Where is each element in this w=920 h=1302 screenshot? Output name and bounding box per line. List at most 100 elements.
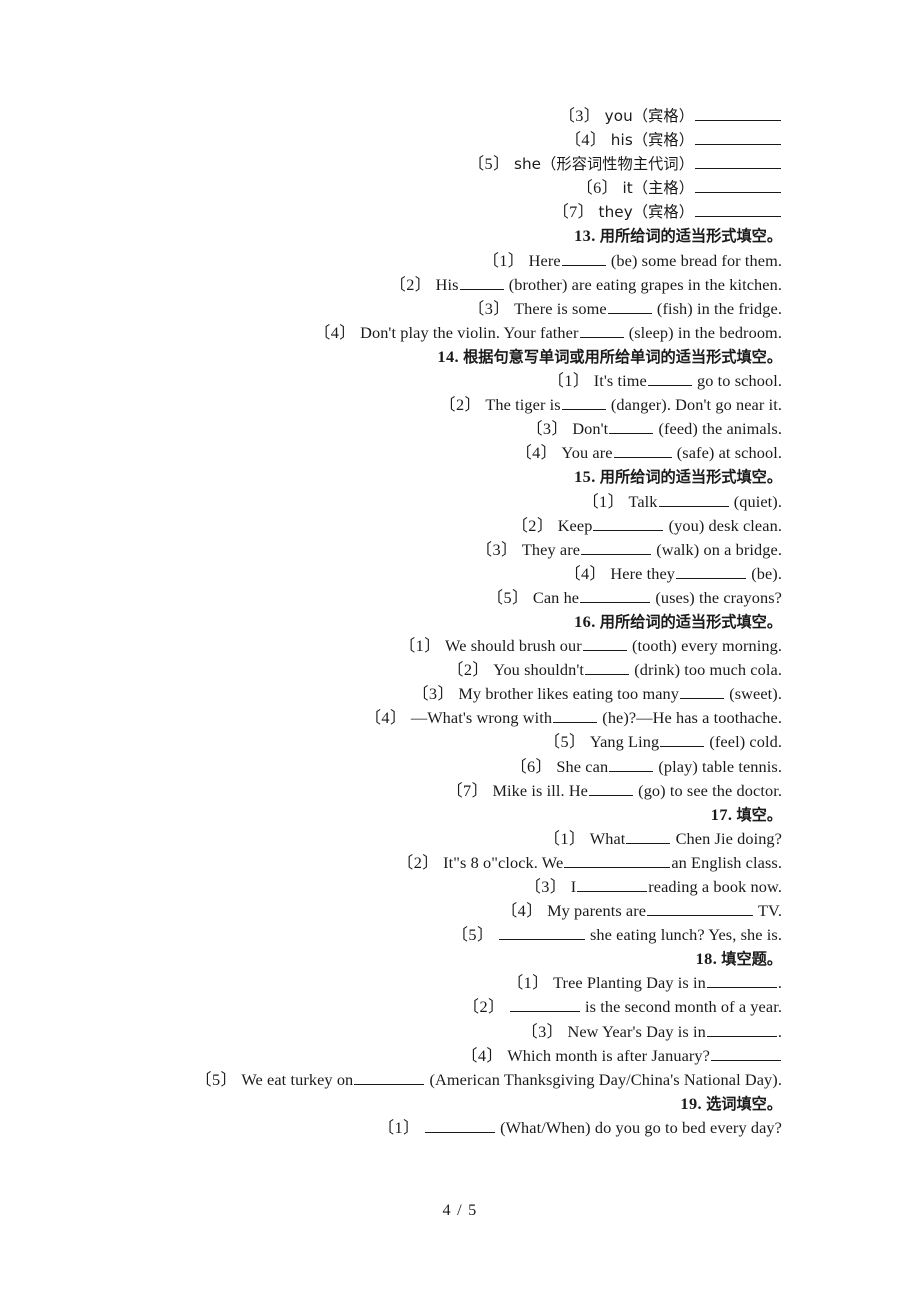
item-text-pre: We eat turkey on xyxy=(241,1069,354,1089)
item-number: 〔4〕 xyxy=(564,563,607,583)
item-number: 〔5〕 xyxy=(486,587,529,607)
item-text-pre: It"s 8 o"clock. We xyxy=(443,852,564,872)
answer-blank[interactable] xyxy=(424,1117,495,1133)
item-number: 〔3〕 xyxy=(468,298,510,318)
answer-blank[interactable] xyxy=(577,876,648,892)
item-text-pre: Keep xyxy=(557,515,593,535)
answer-blank[interactable] xyxy=(607,298,652,314)
item-text-post: (sweet). xyxy=(729,684,782,704)
item-text: they（宾格） xyxy=(598,203,694,222)
section-number: 13. xyxy=(574,226,596,246)
page-number-footer: 4 / 5 xyxy=(442,1200,478,1219)
answer-blank[interactable] xyxy=(580,587,651,603)
answer-blank[interactable] xyxy=(695,201,781,218)
item-number: 〔2〕 xyxy=(397,852,439,872)
item-text: you（宾格） xyxy=(604,107,694,125)
answer-blank[interactable] xyxy=(354,1069,425,1085)
item-text-post: she eating lunch? Yes, she is. xyxy=(589,925,782,945)
exercise-item: 〔1〕 Talk (quiet). xyxy=(140,490,782,514)
section-number: 16. xyxy=(574,611,596,631)
answer-blank[interactable] xyxy=(564,852,671,868)
answer-blank[interactable] xyxy=(585,659,630,676)
item-number: 〔1〕 xyxy=(507,973,549,993)
answer-blank[interactable] xyxy=(589,780,633,796)
exercise-item: 〔1〕 It's time go to school. xyxy=(140,369,782,393)
item-text-pre: Which month is after January? xyxy=(507,1045,710,1065)
answer-blank[interactable] xyxy=(613,442,672,459)
answer-blank[interactable] xyxy=(660,731,705,748)
item-text-pre: She can xyxy=(556,756,609,776)
item-text-post: (American Thanksgiving Day/China's Natio… xyxy=(429,1069,782,1089)
item-number: 〔1〕 xyxy=(482,250,525,270)
section-heading-18: 18. 填空题。 xyxy=(140,947,782,971)
item-number: 〔6〕 xyxy=(576,178,619,198)
answer-blank[interactable] xyxy=(695,129,781,146)
item-text-post: (be) some bread for them. xyxy=(610,250,782,270)
answer-blank[interactable] xyxy=(609,418,654,435)
answer-blank[interactable] xyxy=(579,322,624,338)
exercise-item: 〔7〕 they（宾格） xyxy=(140,200,782,224)
answer-blank[interactable] xyxy=(647,370,692,387)
exercise-item: 〔5〕 she eating lunch? Yes, she is. xyxy=(140,923,782,947)
item-number: 〔5〕 xyxy=(467,154,510,174)
item-number: 〔2〕 xyxy=(447,660,490,680)
answer-blank[interactable] xyxy=(676,563,747,579)
item-number: 〔4〕 xyxy=(500,901,543,921)
item-text-post: reading a book now. xyxy=(648,877,782,896)
item-text-post: (sleep) in the bedroom. xyxy=(628,322,782,342)
item-number: 〔4〕 xyxy=(564,130,607,150)
exercise-item: 〔3〕 you（宾格） xyxy=(140,104,782,128)
answer-blank[interactable] xyxy=(509,996,580,1013)
item-number: 〔3〕 xyxy=(524,877,567,896)
exercise-item: 〔2〕 It"s 8 o"clock. We an English class. xyxy=(140,851,782,875)
item-text-pre: Mike is ill. He xyxy=(492,780,588,800)
item-text-pre: Yang Ling xyxy=(589,732,660,752)
answer-blank[interactable] xyxy=(706,972,777,989)
exercise-item: 〔3〕 Don't (feed) the animals. xyxy=(140,417,782,441)
item-text-pre: They are xyxy=(521,539,581,559)
item-number: 〔1〕 xyxy=(377,1117,420,1137)
answer-blank[interactable] xyxy=(561,250,606,266)
exercise-item: 〔6〕 She can (play) table tennis. xyxy=(140,755,782,779)
answer-blank[interactable] xyxy=(459,274,504,290)
item-text-post: (brother) are eating grapes in the kitch… xyxy=(508,274,782,294)
exercise-item: 〔3〕 There is some (fish) in the fridge. xyxy=(140,297,782,321)
answer-blank[interactable] xyxy=(593,515,664,531)
answer-blank[interactable] xyxy=(553,707,598,724)
answer-blank[interactable] xyxy=(658,491,729,507)
item-number: 〔2〕 xyxy=(389,274,432,294)
exercise-item: 〔1〕 What Chen Jie doing? xyxy=(140,827,782,851)
answer-blank[interactable] xyxy=(706,1021,777,1037)
answer-blank[interactable] xyxy=(647,900,754,917)
item-text-post: . xyxy=(777,1021,782,1041)
answer-blank[interactable] xyxy=(561,394,606,411)
answer-blank[interactable] xyxy=(695,153,781,170)
answer-blank[interactable] xyxy=(695,177,781,194)
section-title: 填空题。 xyxy=(721,950,782,969)
item-text-pre: You are xyxy=(561,443,613,463)
item-number: 〔5〕 xyxy=(543,732,586,752)
answer-blank[interactable] xyxy=(581,539,652,555)
item-number: 〔5〕 xyxy=(451,925,494,945)
exercise-item: 〔5〕 Can he (uses) the crayons? xyxy=(140,586,782,610)
answer-blank[interactable] xyxy=(498,924,585,941)
section-heading-17: 17. 填空。 xyxy=(140,803,782,827)
answer-blank[interactable] xyxy=(582,635,627,652)
answer-blank[interactable] xyxy=(680,683,725,700)
item-number: 〔4〕 xyxy=(314,322,356,342)
section-number: 17. xyxy=(710,804,733,824)
item-text-post: (go) to see the doctor. xyxy=(638,780,782,800)
item-text: she（形容词性物主代词） xyxy=(513,155,694,174)
answer-blank[interactable] xyxy=(711,1045,781,1061)
item-number: 〔1〕 xyxy=(398,636,441,656)
answer-blank[interactable] xyxy=(609,756,654,772)
section-heading-14: 14. 根据句意写单词或用所给单词的适当形式填空。 xyxy=(140,345,782,369)
item-number: 〔2〕 xyxy=(439,395,482,415)
answer-blank[interactable] xyxy=(626,828,671,844)
item-text-post: (feed) the animals. xyxy=(658,419,782,439)
answer-blank[interactable] xyxy=(695,105,781,121)
exercise-item: 〔4〕 My parents are TV. xyxy=(140,899,782,923)
exercise-item: 〔4〕 You are (safe) at school. xyxy=(140,441,782,465)
item-text-post: (uses) the crayons? xyxy=(655,587,782,607)
exercise-item: 〔5〕 she（形容词性物主代词） xyxy=(140,152,782,176)
